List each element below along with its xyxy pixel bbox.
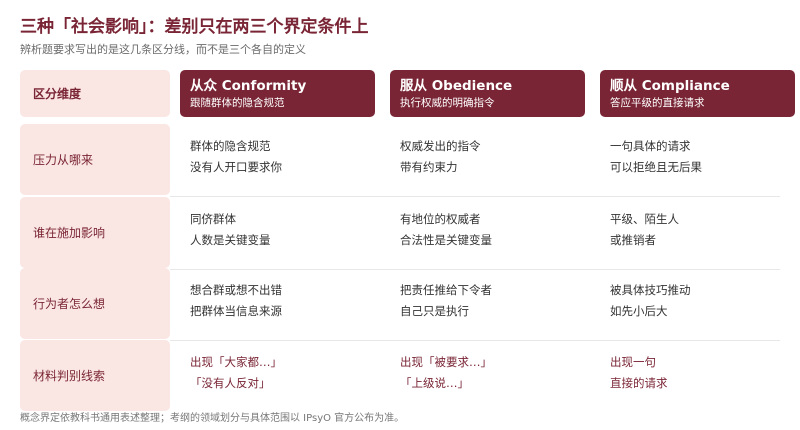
cell-line: 平级、陌生人 xyxy=(610,212,679,226)
cell-line: 「没有人反对」 xyxy=(190,376,271,390)
page-subtitle: 辨析题要求写出的是这几条区分线，而不是三个各自的定义 xyxy=(20,43,306,56)
table-cell: 出现「被要求…」 「上级说…」 xyxy=(400,352,600,394)
column-name: 从众 Conformity xyxy=(190,78,307,94)
table-row: 压力从哪来 群体的隐含规范 没有人开口要求你 权威发出的指令 带有约束力 一句具… xyxy=(20,124,780,195)
table-row: 行为者怎么想 想合群或想不出错 把群体当信息来源 把责任推给下令者 自己只是执行… xyxy=(20,268,780,339)
table-cell: 一句具体的请求 可以拒绝且无后果 xyxy=(610,136,800,178)
cell-line: 合法性是关键变量 xyxy=(400,233,492,247)
cell-line: 一句具体的请求 xyxy=(610,139,691,153)
cell-line: 或推销者 xyxy=(610,233,656,247)
column-desc: 执行权威的明确指令 xyxy=(400,97,495,109)
cell-line: 出现一句 xyxy=(610,355,656,369)
row-label: 材料判别线索 xyxy=(20,340,170,411)
cell-line: 人数是关键变量 xyxy=(190,233,271,247)
cell-line: 有地位的权威者 xyxy=(400,212,481,226)
column-name: 服从 Obedience xyxy=(400,78,513,94)
table-header: 区分维度 从众 Conformity 跟随群体的隐含规范 服从 Obedienc… xyxy=(20,70,795,117)
table-cell: 群体的隐含规范 没有人开口要求你 xyxy=(190,136,390,178)
page-title: 三种「社会影响」：差别只在两三个界定条件上 xyxy=(20,17,369,37)
column-desc: 答应平级的直接请求 xyxy=(610,97,705,109)
cell-line: 没有人开口要求你 xyxy=(190,160,282,174)
cell-line: 被具体技巧推动 xyxy=(610,283,691,297)
cell-line: 把责任推给下令者 xyxy=(400,283,492,297)
table-cell: 出现一句 直接的请求 xyxy=(610,352,800,394)
table-row: 材料判别线索 出现「大家都…」 「没有人反对」 出现「被要求…」 「上级说…」 … xyxy=(20,340,780,411)
row-label: 行为者怎么想 xyxy=(20,268,170,339)
cell-line: 如先小后大 xyxy=(610,304,668,318)
column-header-obedience: 服从 Obedience 执行权威的明确指令 xyxy=(390,70,585,117)
table-cell: 平级、陌生人 或推销者 xyxy=(610,209,800,251)
cell-line: 同侪群体 xyxy=(190,212,236,226)
page: 三种「社会影响」：差别只在两三个界定条件上 辨析题要求写出的是这几条区分线，而不… xyxy=(0,0,800,430)
cell-line: 直接的请求 xyxy=(610,376,668,390)
row-label: 谁在施加影响 xyxy=(20,197,170,268)
row-label: 压力从哪来 xyxy=(20,124,170,195)
table-cell: 权威发出的指令 带有约束力 xyxy=(400,136,600,178)
cell-line: 权威发出的指令 xyxy=(400,139,481,153)
cell-line: 出现「被要求…」 xyxy=(400,355,492,369)
table-cell: 有地位的权威者 合法性是关键变量 xyxy=(400,209,600,251)
table-cell: 把责任推给下令者 自己只是执行 xyxy=(400,280,600,322)
table-cell: 被具体技巧推动 如先小后大 xyxy=(610,280,800,322)
cell-line: 群体的隐含规范 xyxy=(190,139,271,153)
cell-line: 「上级说…」 xyxy=(400,376,469,390)
column-name: 顺从 Compliance xyxy=(610,78,730,94)
table-cell: 同侪群体 人数是关键变量 xyxy=(190,209,390,251)
dimension-header: 区分维度 xyxy=(20,70,170,117)
table-row: 谁在施加影响 同侪群体 人数是关键变量 有地位的权威者 合法性是关键变量 平级、… xyxy=(20,197,780,268)
cell-line: 可以拒绝且无后果 xyxy=(610,160,702,174)
cell-line: 出现「大家都…」 xyxy=(190,355,282,369)
table-cell: 想合群或想不出错 把群体当信息来源 xyxy=(190,280,390,322)
cell-line: 把群体当信息来源 xyxy=(190,304,282,318)
footnote: 概念界定依教科书通用表述整理；考纲的领域划分与具体范围以 IPsyO 官方公布为… xyxy=(20,413,405,424)
cell-line: 自己只是执行 xyxy=(400,304,469,318)
column-desc: 跟随群体的隐含规范 xyxy=(190,97,285,109)
column-header-compliance: 顺从 Compliance 答应平级的直接请求 xyxy=(600,70,795,117)
cell-line: 带有约束力 xyxy=(400,160,458,174)
column-header-conformity: 从众 Conformity 跟随群体的隐含规范 xyxy=(180,70,375,117)
table-cell: 出现「大家都…」 「没有人反对」 xyxy=(190,352,390,394)
cell-line: 想合群或想不出错 xyxy=(190,283,282,297)
